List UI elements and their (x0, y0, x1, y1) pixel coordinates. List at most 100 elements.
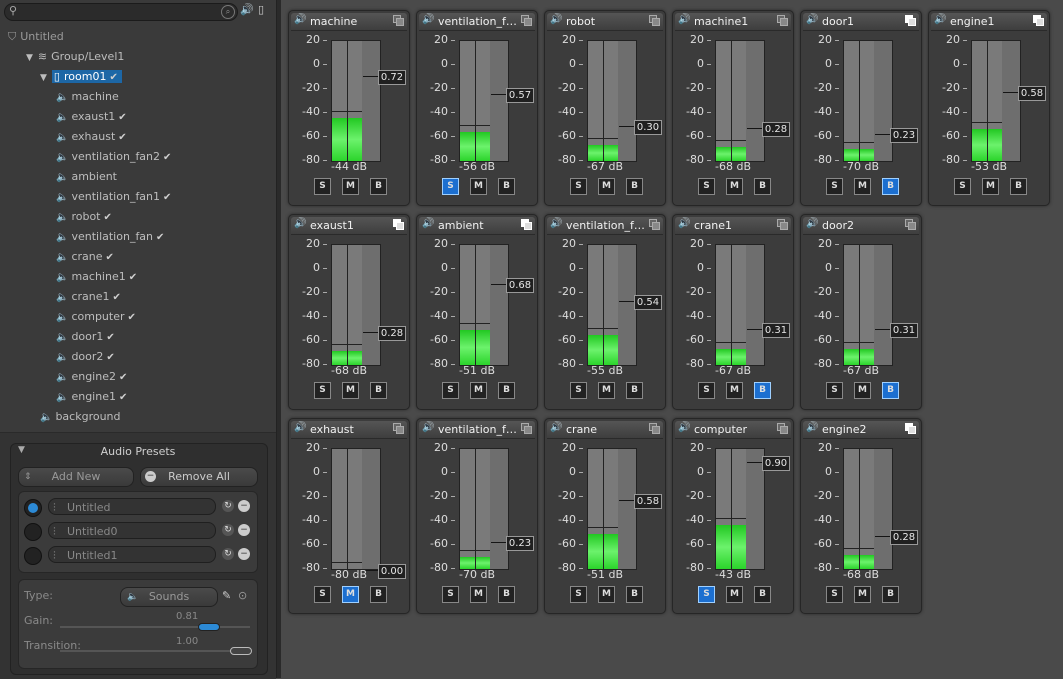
tree-item-crane[interactable]: 🔈 crane ✔ (56, 248, 114, 268)
mute-button[interactable]: M (982, 178, 999, 195)
bypass-button[interactable]: B (370, 382, 387, 399)
channel-header[interactable]: 🔊 exaust1 (291, 217, 407, 235)
bypass-button[interactable]: B (626, 586, 643, 603)
fader-value[interactable]: 0.58 (634, 494, 662, 510)
speaker-icon[interactable]: 🔊 (678, 14, 690, 25)
copy-icon[interactable] (905, 15, 916, 26)
mute-button[interactable]: M (598, 178, 615, 195)
expand-icon[interactable]: ▼ (26, 53, 33, 63)
mute-button[interactable]: M (854, 178, 871, 195)
tree-item-background[interactable]: 🔈 background (40, 408, 121, 428)
speaker-icon[interactable]: 🔊 (678, 218, 690, 229)
copy-icon[interactable] (649, 219, 660, 230)
remove-icon[interactable]: − (238, 524, 250, 536)
refresh-icon[interactable]: ↻ (222, 500, 234, 512)
fader-value[interactable]: 0.72 (378, 69, 406, 85)
search-input[interactable]: ⚲ ⌕ (4, 3, 238, 21)
remove-icon[interactable]: − (238, 548, 250, 560)
speaker-icon[interactable]: 🔊 (806, 218, 818, 229)
channel-header[interactable]: 🔊 ventilation_fa... (419, 421, 535, 439)
solo-button[interactable]: S (826, 586, 843, 603)
copy-icon[interactable] (649, 423, 660, 434)
volume-fader[interactable] (490, 244, 509, 366)
remove-icon[interactable]: − (238, 500, 250, 512)
copy-icon[interactable] (393, 219, 404, 230)
volume-fader[interactable] (874, 244, 893, 366)
tree-item-door2[interactable]: 🔈 door2 ✔ (56, 348, 115, 368)
channel-header[interactable]: 🔊 engine2 (803, 421, 919, 439)
copy-icon[interactable] (521, 423, 532, 434)
copy-icon[interactable] (1033, 15, 1044, 26)
channel-header[interactable]: 🔊 computer (675, 421, 791, 439)
tree-item-ventilation_fan[interactable]: 🔈 ventilation_fan ✔ (56, 228, 164, 248)
tree-item-room01[interactable]: ▼ ▯ room01 ✔ (40, 68, 122, 88)
volume-fader[interactable] (362, 244, 381, 366)
copy-icon[interactable] (777, 219, 788, 230)
bypass-button[interactable]: B (754, 586, 771, 603)
mute-button[interactable]: M (470, 382, 487, 399)
fader-value[interactable]: 0.58 (1018, 86, 1046, 102)
mute-button[interactable]: M (726, 178, 743, 195)
preset-row[interactable]: ⫶ Untitled ↻ − (24, 497, 260, 517)
tree-item-ambient[interactable]: 🔈 ambient (56, 168, 117, 188)
copy-icon[interactable] (905, 423, 916, 434)
tree-item-exhaust[interactable]: 🔈 exhaust ✔ (56, 128, 127, 148)
add-new-button[interactable]: ⇕ Add New (18, 467, 134, 487)
volume-fader[interactable] (874, 40, 893, 162)
channel-header[interactable]: 🔊 ambient (419, 217, 535, 235)
speaker-icon[interactable]: 🔊 (806, 422, 818, 433)
speaker-icon[interactable]: 🔊 (550, 218, 562, 229)
type-select[interactable]: 🔈 Sounds (120, 587, 218, 607)
tree-item-door1[interactable]: 🔈 door1 ✔ (56, 328, 115, 348)
bypass-button[interactable]: B (370, 178, 387, 195)
tree-item-robot[interactable]: 🔈 robot ✔ (56, 208, 112, 228)
solo-button[interactable]: S (954, 178, 971, 195)
preset-name-field[interactable]: ⫶ Untitled1 (48, 546, 216, 563)
refresh-icon[interactable]: ↻ (222, 524, 234, 536)
transition-slider[interactable] (60, 650, 250, 652)
tree-item-engine2[interactable]: 🔈 engine2 ✔ (56, 368, 127, 388)
copy-icon[interactable] (649, 15, 660, 26)
speaker-icon[interactable]: 🔊 (678, 422, 690, 433)
fader-value[interactable]: 0.23 (890, 128, 918, 144)
solo-button[interactable]: S (442, 382, 459, 399)
speaker-icon[interactable]: 🔊 (422, 218, 434, 229)
volume-fader[interactable] (362, 40, 381, 162)
copy-icon[interactable] (777, 15, 788, 26)
copy-icon[interactable] (777, 423, 788, 434)
mute-button[interactable]: M (598, 382, 615, 399)
remove-all-button[interactable]: − Remove All (140, 467, 258, 487)
bypass-button[interactable]: B (498, 178, 515, 195)
lock-icon[interactable]: ▯ (258, 3, 264, 16)
mute-button[interactable]: M (470, 178, 487, 195)
speaker-icon[interactable]: 🔊 (294, 14, 306, 25)
bypass-button[interactable]: B (626, 178, 643, 195)
gain-slider-thumb[interactable] (197, 623, 220, 631)
fader-value[interactable]: 0.23 (506, 536, 534, 552)
pick-icon[interactable]: ⊙ (238, 589, 247, 602)
bypass-button[interactable]: B (370, 586, 387, 603)
tree-group[interactable]: ▼ ≋ Group/Level1 (26, 48, 124, 68)
bypass-button[interactable]: B (754, 178, 771, 195)
solo-button[interactable]: S (442, 586, 459, 603)
tree-item-crane1[interactable]: 🔈 crane1 ✔ (56, 288, 121, 308)
speaker-icon[interactable]: 🔊 (294, 422, 306, 433)
channel-header[interactable]: 🔊 ventilation_fa... (419, 13, 535, 31)
bypass-button[interactable]: B (882, 178, 899, 195)
preset-name-field[interactable]: ⫶ Untitled0 (48, 522, 216, 539)
fader-value[interactable]: 0.31 (890, 322, 918, 338)
clear-search-icon[interactable]: ⌕ (221, 5, 235, 19)
fader-value[interactable]: 0.30 (634, 120, 662, 135)
channel-header[interactable]: 🔊 machine (291, 13, 407, 31)
solo-button[interactable]: S (570, 178, 587, 195)
volume-fader[interactable] (874, 448, 893, 570)
fader-value[interactable]: 0.28 (378, 326, 406, 342)
preset-name-field[interactable]: ⫶ Untitled (48, 498, 216, 515)
brush-icon[interactable]: ✎ (222, 589, 231, 602)
bypass-button[interactable]: B (882, 586, 899, 603)
tree-item-exaust1[interactable]: 🔈 exaust1 ✔ (56, 108, 127, 128)
mute-button[interactable]: M (342, 586, 359, 603)
mute-button[interactable]: M (470, 586, 487, 603)
room-selected[interactable]: ▯ room01 ✔ (51, 70, 122, 83)
tree-item-machine[interactable]: 🔈 machine (56, 88, 119, 108)
